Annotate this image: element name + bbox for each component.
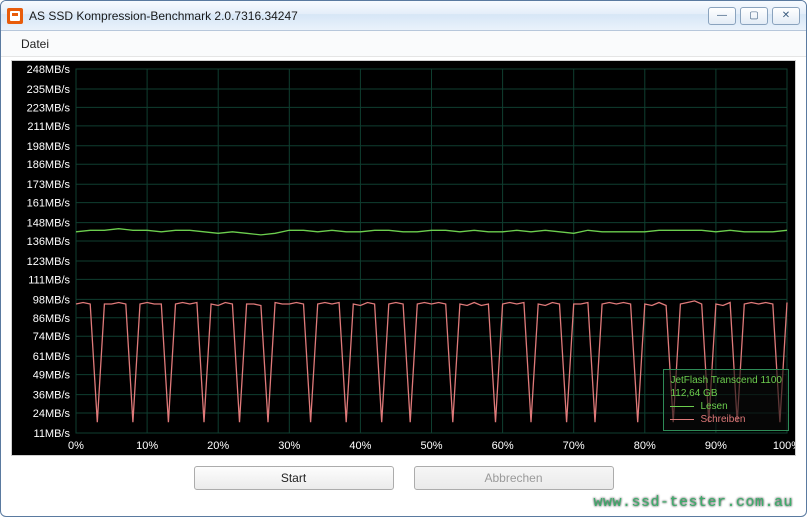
cancel-button[interactable]: Abbrechen bbox=[414, 466, 614, 490]
legend-read-label: Lesen bbox=[700, 400, 727, 413]
svg-text:90%: 90% bbox=[705, 440, 727, 452]
svg-text:30%: 30% bbox=[278, 440, 300, 452]
svg-text:36MB/s: 36MB/s bbox=[33, 390, 71, 402]
window-title: AS SSD Kompression-Benchmark 2.0.7316.34… bbox=[29, 9, 708, 23]
titlebar: AS SSD Kompression-Benchmark 2.0.7316.34… bbox=[1, 1, 806, 31]
svg-text:50%: 50% bbox=[420, 440, 442, 452]
svg-text:211MB/s: 211MB/s bbox=[27, 121, 70, 133]
svg-text:111MB/s: 111MB/s bbox=[28, 274, 70, 286]
svg-text:86MB/s: 86MB/s bbox=[33, 313, 71, 325]
close-button[interactable]: ✕ bbox=[772, 7, 800, 25]
svg-text:123MB/s: 123MB/s bbox=[27, 256, 71, 268]
legend-swatch-write bbox=[670, 419, 694, 420]
svg-text:136MB/s: 136MB/s bbox=[27, 236, 71, 248]
svg-text:100%: 100% bbox=[773, 440, 795, 452]
menu-file[interactable]: Datei bbox=[13, 33, 57, 55]
svg-text:49MB/s: 49MB/s bbox=[33, 370, 71, 382]
svg-text:248MB/s: 248MB/s bbox=[27, 64, 71, 76]
svg-text:0%: 0% bbox=[68, 440, 84, 452]
svg-text:186MB/s: 186MB/s bbox=[27, 159, 71, 171]
svg-text:40%: 40% bbox=[349, 440, 371, 452]
minimize-button[interactable]: — bbox=[708, 7, 736, 25]
svg-text:235MB/s: 235MB/s bbox=[27, 84, 71, 96]
svg-text:161MB/s: 161MB/s bbox=[27, 198, 71, 210]
svg-text:173MB/s: 173MB/s bbox=[27, 179, 71, 191]
svg-text:80%: 80% bbox=[634, 440, 656, 452]
svg-text:11MB/s: 11MB/s bbox=[34, 428, 71, 440]
menubar: Datei bbox=[1, 31, 806, 57]
maximize-button[interactable]: ▢ bbox=[740, 7, 768, 25]
legend-capacity: 112,64 GB bbox=[670, 387, 782, 400]
legend-write-label: Schreiben bbox=[700, 413, 745, 426]
svg-text:98MB/s: 98MB/s bbox=[33, 294, 71, 306]
svg-text:223MB/s: 223MB/s bbox=[27, 102, 71, 114]
legend: JetFlash Transcend 1100 112,64 GB Lesen … bbox=[663, 369, 789, 431]
start-button[interactable]: Start bbox=[194, 466, 394, 490]
svg-text:60%: 60% bbox=[492, 440, 514, 452]
svg-text:10%: 10% bbox=[136, 440, 158, 452]
app-icon bbox=[7, 8, 23, 24]
svg-text:70%: 70% bbox=[563, 440, 585, 452]
svg-text:24MB/s: 24MB/s bbox=[33, 408, 71, 420]
svg-text:61MB/s: 61MB/s bbox=[33, 351, 71, 363]
chart-frame: 11MB/s 24MB/s 36MB/s 49MB/s 61MB/s 74MB/s 86MB… bbox=[11, 60, 796, 456]
legend-swatch-read bbox=[670, 406, 694, 407]
svg-text:198MB/s: 198MB/s bbox=[27, 141, 71, 153]
compression-chart: 11MB/s 24MB/s 36MB/s 49MB/s 61MB/s 74MB/s 86MB… bbox=[12, 61, 795, 455]
svg-text:148MB/s: 148MB/s bbox=[27, 218, 71, 230]
legend-device: JetFlash Transcend 1100 bbox=[670, 374, 782, 387]
svg-text:74MB/s: 74MB/s bbox=[33, 331, 71, 343]
watermark: www.ssd-tester.com.au bbox=[593, 494, 793, 511]
svg-text:20%: 20% bbox=[207, 440, 229, 452]
